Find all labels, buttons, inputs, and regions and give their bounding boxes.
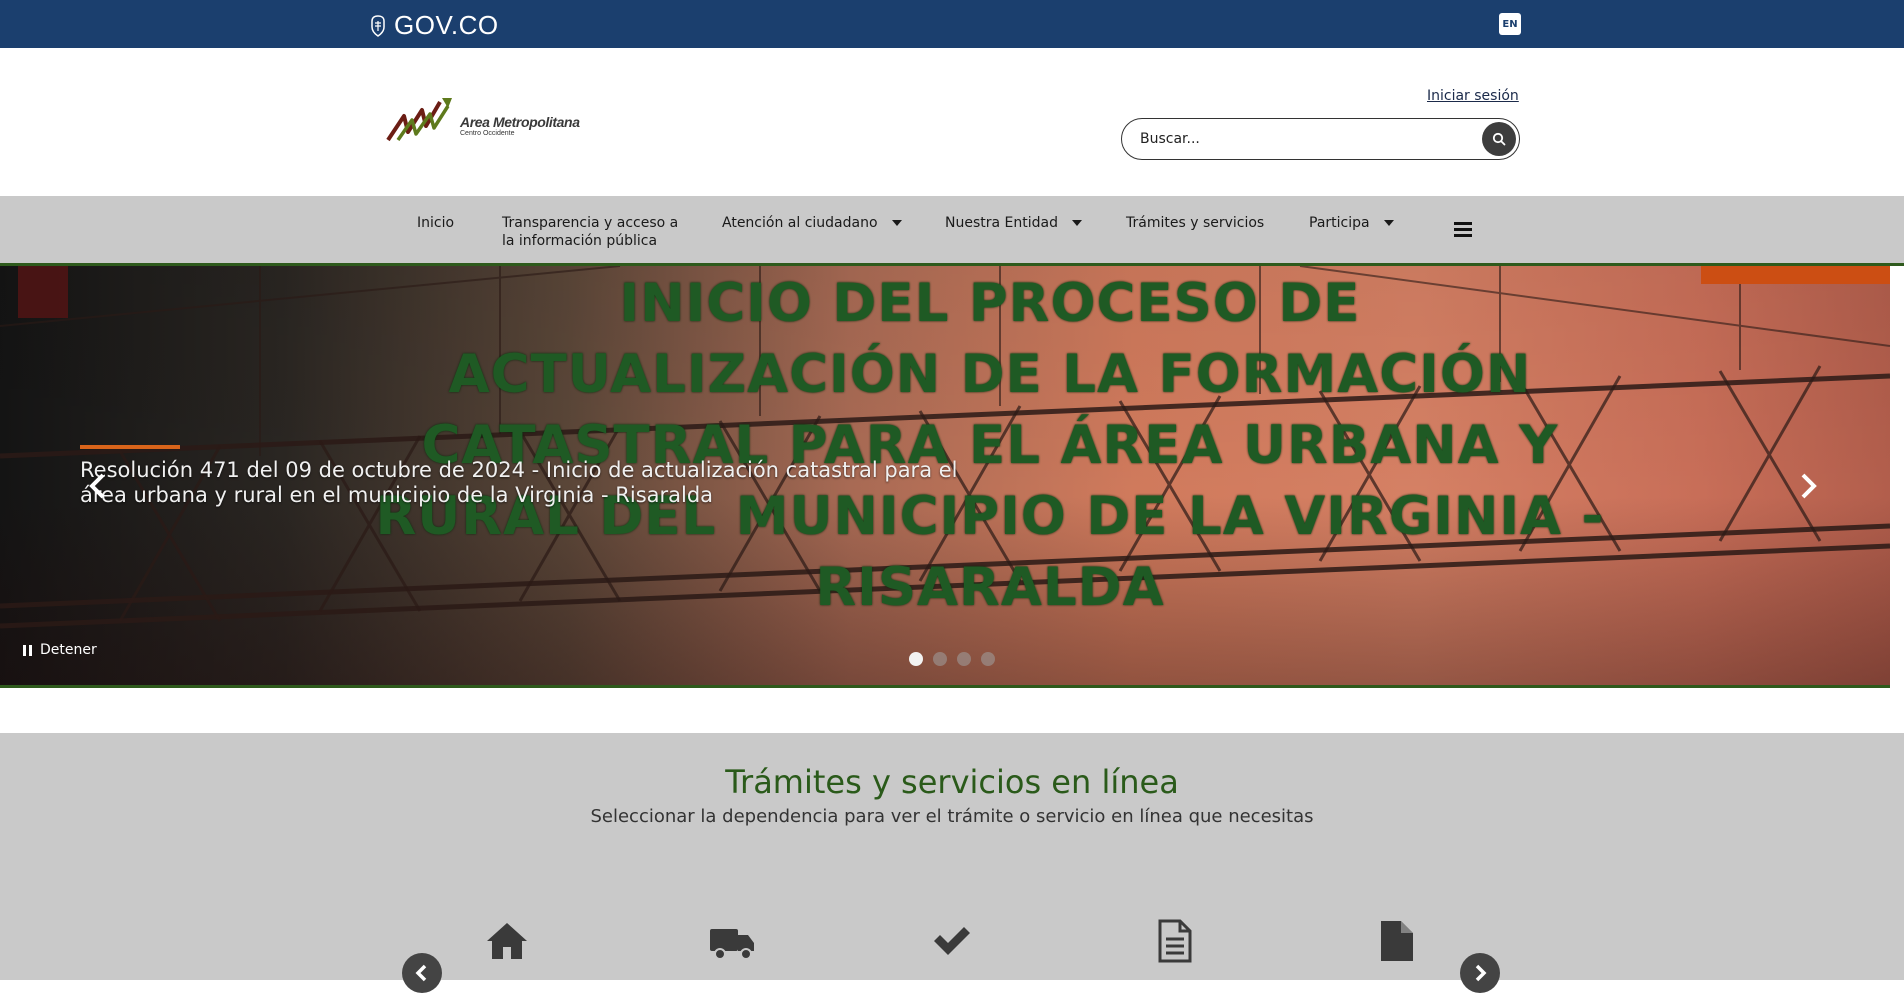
- stop-label: Detener: [40, 642, 97, 658]
- carousel-indicators: [909, 652, 995, 666]
- nav-item-nuestra-entidad[interactable]: Nuestra Entidad: [945, 214, 1082, 232]
- nav-item-label: Transparencia y acceso a la información …: [502, 215, 679, 249]
- chevron-left-icon: [89, 473, 105, 499]
- hero-headline: INICIO DEL PROCESO DE ACTUALIZACIÓN DE L…: [375, 273, 1605, 618]
- brand-name: Area Metropolitana: [460, 114, 580, 130]
- search-input[interactable]: [1140, 127, 1470, 151]
- decorative-block: [18, 266, 68, 318]
- carousel-dot[interactable]: [981, 652, 995, 666]
- nav-item-inicio[interactable]: Inicio: [417, 214, 454, 232]
- file-icon[interactable]: [1375, 919, 1419, 963]
- nav-item-transparencia[interactable]: Transparencia y acceso a la información …: [502, 214, 682, 250]
- logo-mark-icon: [386, 98, 452, 142]
- gov-co-text: GOV.CO: [394, 10, 499, 40]
- truck-icon[interactable]: [708, 919, 756, 963]
- hamburger-icon[interactable]: [1454, 222, 1472, 238]
- online-services-section: Trámites y servicios en línea Selecciona…: [0, 733, 1904, 993]
- carousel-dot[interactable]: [909, 652, 923, 666]
- search-icon: [1492, 132, 1506, 146]
- chevron-down-icon: [891, 220, 902, 226]
- gov-top-bar: GOV.CO EN: [0, 0, 1904, 48]
- hero-carousel: INICIO DEL PROCESO DE ACTUALIZACIÓN DE L…: [0, 266, 1890, 688]
- chevron-left-icon: [415, 964, 427, 982]
- chevron-right-icon: [1801, 473, 1817, 499]
- check-icon[interactable]: [930, 919, 974, 963]
- nav-item-label: Participa: [1309, 215, 1370, 231]
- search-button[interactable]: [1482, 122, 1516, 156]
- nav-item-tramites[interactable]: Trámites y servicios: [1126, 214, 1264, 232]
- nav-item-label: Atención al ciudadano: [722, 215, 878, 231]
- search-bar: [1121, 118, 1520, 160]
- services-subtitle: Seleccionar la dependencia para ver el t…: [590, 806, 1314, 827]
- nav-item-label: Nuestra Entidad: [945, 215, 1058, 231]
- carousel-dot[interactable]: [957, 652, 971, 666]
- language-button[interactable]: EN: [1499, 13, 1521, 35]
- nav-item-participa[interactable]: Participa: [1309, 214, 1394, 232]
- coat-of-arms-icon: [371, 14, 385, 37]
- brand-logo[interactable]: Area Metropolitana Centro Occidente: [386, 96, 586, 146]
- decorative-orange-tab: [1701, 266, 1890, 284]
- nav-item-atencion-ciudadano[interactable]: Atención al ciudadano: [722, 214, 902, 232]
- nav-item-label: Inicio: [417, 215, 455, 231]
- carousel-prev-button[interactable]: [86, 471, 110, 501]
- services-title: Trámites y servicios en línea: [725, 763, 1179, 801]
- gov-co-logo[interactable]: GOV.CO: [368, 10, 499, 41]
- chevron-down-icon: [1071, 220, 1082, 226]
- main-nav: Inicio Transparencia y acceso a la infor…: [0, 196, 1904, 266]
- caption-accent-bar: [80, 445, 180, 449]
- carousel-dot[interactable]: [933, 652, 947, 666]
- brand-subtitle: Centro Occidente: [460, 130, 515, 137]
- chevron-down-icon: [1383, 220, 1394, 226]
- services-prev-button[interactable]: [402, 953, 442, 993]
- document-lines-icon[interactable]: [1152, 919, 1196, 963]
- services-next-button[interactable]: [1460, 953, 1500, 993]
- login-link[interactable]: Iniciar sesión: [1427, 88, 1519, 104]
- home-icon[interactable]: [485, 919, 529, 963]
- carousel-next-button[interactable]: [1796, 471, 1820, 501]
- pause-icon: [23, 644, 32, 656]
- nav-item-label: Trámites y servicios: [1126, 215, 1265, 231]
- hero-caption[interactable]: Resolución 471 del 09 de octubre de 2024…: [80, 458, 1000, 508]
- site-header: Area Metropolitana Centro Occidente Inic…: [0, 48, 1904, 196]
- carousel-stop-button[interactable]: Detener: [23, 642, 97, 658]
- chevron-right-icon: [1475, 964, 1487, 982]
